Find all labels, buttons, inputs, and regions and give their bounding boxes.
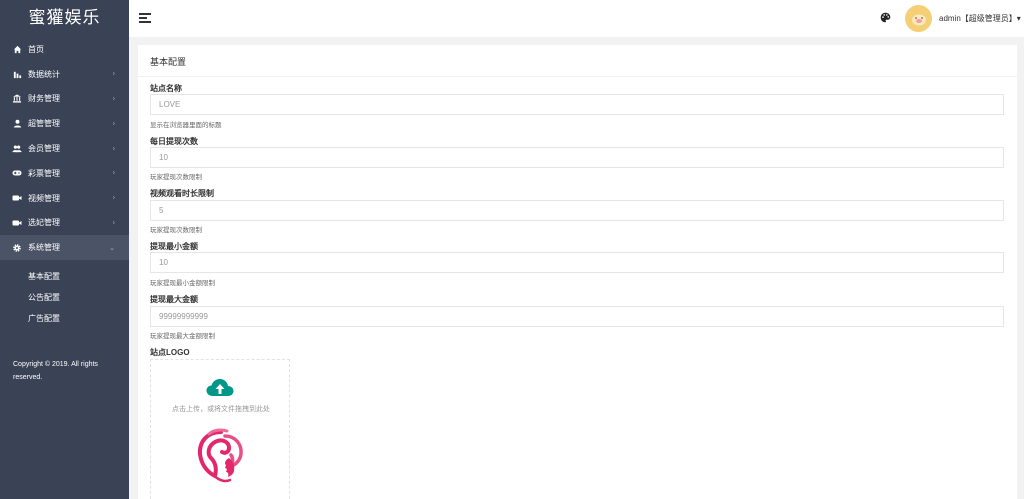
chevron-right-icon: › (112, 95, 115, 103)
avatar[interactable] (905, 5, 932, 32)
rose-face-logo (195, 428, 247, 486)
min-withdraw-hint: 玩家提现最小金额限制 (150, 280, 215, 287)
submenu-item-basic-config[interactable]: 基本配置 (0, 266, 129, 287)
site-name-hint: 显示在浏览器里面的标题 (150, 122, 222, 129)
sidebar-item-statistics[interactable]: 数据统计 › (0, 62, 129, 87)
gamepad-icon (12, 168, 22, 178)
sidebar: 蜜獾娱乐 首页 数据统计 › 财务管理 › 超管管理 › 会员管理 › 彩票管理… (0, 0, 129, 499)
sidebar-item-lottery[interactable]: 彩票管理 › (0, 161, 129, 186)
site-logo-label: 站点LOGO (150, 348, 190, 357)
divider (138, 76, 1017, 77)
sidebar-item-system[interactable]: 系统管理 ⌄ (0, 235, 129, 261)
copyright-text: Copyright © 2019. All rights reserved. (13, 361, 98, 381)
sidebar-item-label: 彩票管理 (28, 168, 60, 178)
sidebar-item-admin[interactable]: 超管管理 › (0, 111, 129, 136)
user-menu[interactable]: admin【超级管理员】▾ (939, 13, 1021, 24)
home-icon (12, 44, 22, 54)
submenu-item-ad-config[interactable]: 广告配置 (0, 308, 129, 329)
upload-text: 点击上传，或将文件拖拽到此处 (172, 406, 270, 413)
max-withdraw-label: 提现最大金额 (150, 295, 198, 304)
sidebar-item-label: 财务管理 (28, 94, 60, 104)
cloud-upload-icon (205, 378, 235, 400)
user-icon (12, 119, 22, 129)
site-name-label: 站点名称 (150, 84, 182, 93)
logo-upload-area[interactable]: 点击上传，或将文件拖拽到此处 (150, 359, 290, 499)
users-icon (12, 144, 22, 154)
max-withdraw-input[interactable] (150, 306, 1004, 327)
video-icon (12, 218, 22, 228)
min-withdraw-input[interactable] (150, 252, 1004, 273)
chevron-right-icon: › (112, 219, 115, 227)
daily-withdraw-count-input[interactable] (150, 147, 1004, 168)
config-card: 基本配置 站点名称 显示在浏览器里面的标题 每日提现次数 玩家提现次数限制 视频… (138, 45, 1017, 499)
sidebar-item-finance[interactable]: 财务管理 › (0, 87, 129, 112)
sidebar-item-label: 数据统计 (28, 69, 60, 79)
video-duration-hint: 玩家提现次数限制 (150, 227, 202, 234)
sidebar-item-label: 首页 (28, 44, 44, 54)
chevron-right-icon: › (112, 120, 115, 128)
chevron-down-icon: ⌄ (109, 244, 115, 252)
daily-withdraw-count-hint: 玩家提现次数限制 (150, 174, 202, 181)
sidebar-item-label: 会员管理 (28, 144, 60, 154)
sidebar-item-label: 选妃管理 (28, 218, 60, 228)
sidebar-item-selection[interactable]: 选妃管理 › (0, 211, 129, 236)
site-name-input[interactable] (150, 94, 1004, 115)
max-withdraw-hint: 玩家提现最大金额限制 (150, 333, 215, 340)
menu-toggle-icon[interactable] (139, 13, 151, 23)
chevron-right-icon: › (112, 145, 115, 153)
palette-icon[interactable] (880, 12, 891, 23)
daily-withdraw-count-label: 每日提现次数 (150, 137, 198, 146)
sidebar-item-home[interactable]: 首页 (0, 37, 129, 62)
bar-chart-icon (12, 69, 22, 79)
page-title: 基本配置 (150, 57, 187, 67)
sidebar-item-label: 视频管理 (28, 193, 60, 203)
chevron-right-icon: › (112, 194, 115, 202)
sidebar-item-video[interactable]: 视频管理 › (0, 186, 129, 211)
chevron-right-icon: › (112, 70, 115, 78)
bank-icon (12, 94, 22, 104)
sidebar-item-label: 系统管理 (28, 243, 60, 253)
min-withdraw-label: 提现最小金额 (150, 242, 198, 251)
sidebar-menu: 首页 数据统计 › 财务管理 › 超管管理 › 会员管理 › 彩票管理 › 视频… (0, 37, 129, 261)
submenu-item-notice-config[interactable]: 公告配置 (0, 287, 129, 308)
gear-icon (12, 243, 22, 253)
system-submenu: 基本配置 公告配置 广告配置 (0, 260, 129, 329)
chevron-right-icon: › (112, 169, 115, 177)
top-header: admin【超级管理员】▾ (129, 0, 1024, 37)
brand-logo: 蜜獾娱乐 (0, 0, 129, 37)
sidebar-item-members[interactable]: 会员管理 › (0, 136, 129, 161)
video-duration-input[interactable] (150, 200, 1004, 221)
video-icon (12, 193, 22, 203)
sidebar-item-label: 超管管理 (28, 119, 60, 129)
video-duration-label: 视频观看时长限制 (150, 189, 214, 198)
